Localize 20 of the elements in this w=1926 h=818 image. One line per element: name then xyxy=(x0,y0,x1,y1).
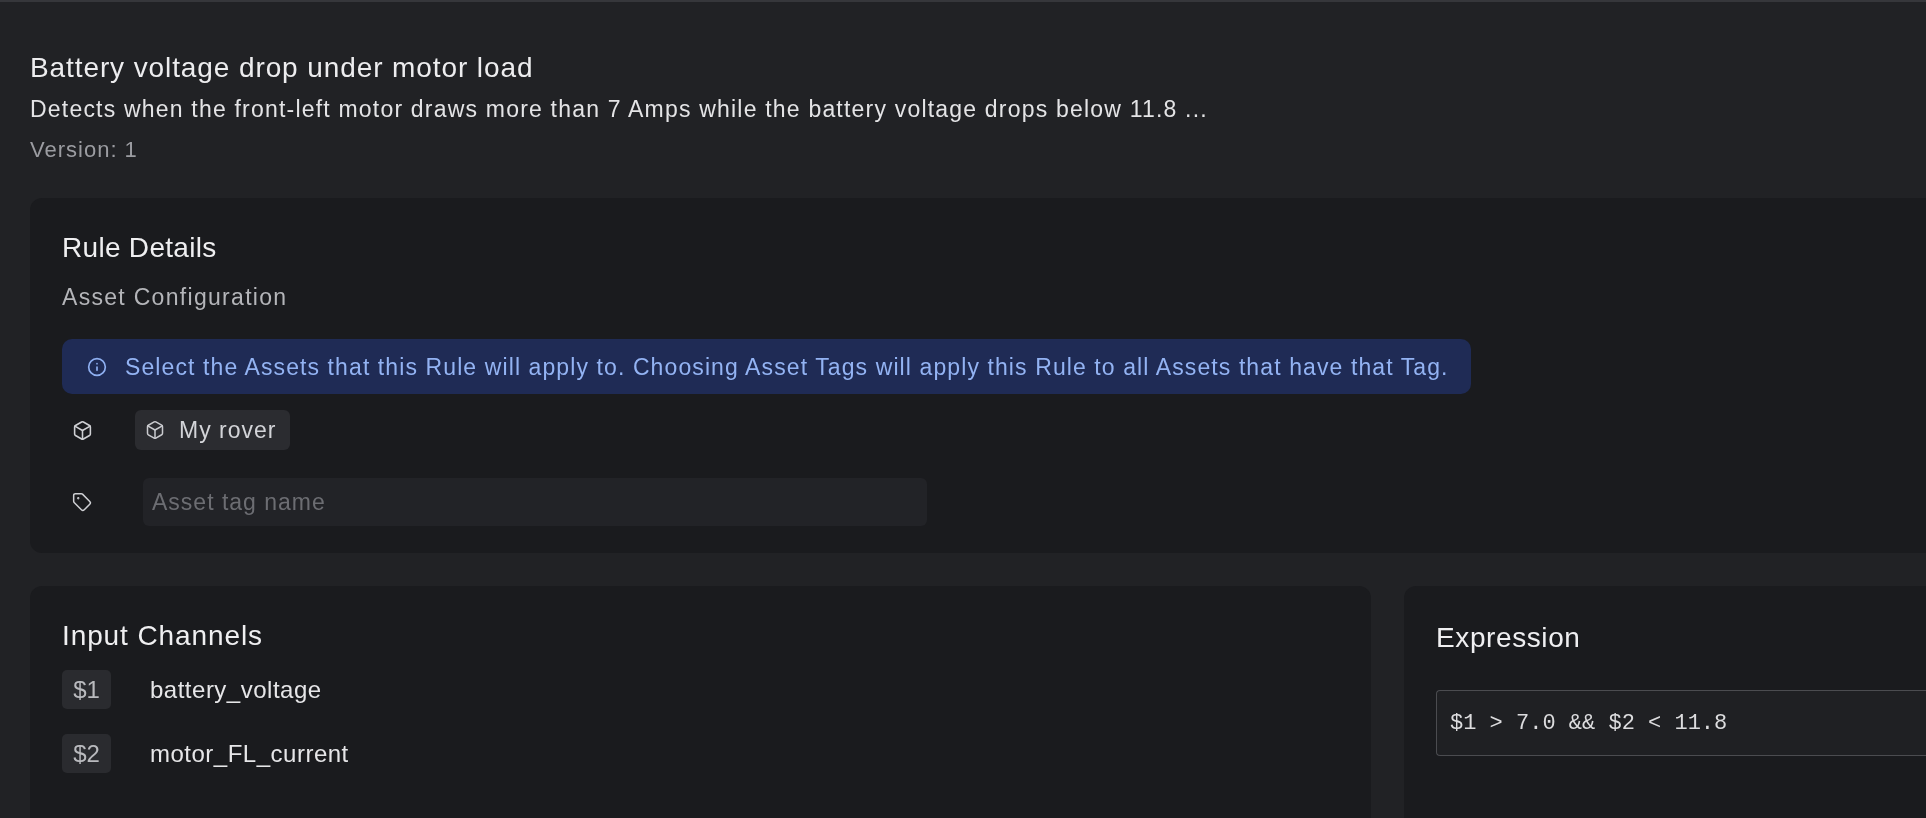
asset-tag-input[interactable]: Asset tag name xyxy=(143,478,927,526)
info-icon xyxy=(87,356,107,377)
asset-name: My rover xyxy=(179,416,277,444)
cube-icon xyxy=(72,419,93,441)
channel-name: motor_FL_current xyxy=(150,739,349,768)
cube-icon xyxy=(145,420,165,440)
info-text: Select the Assets that this Rule will apply to. Choosing Asset Tags will apply this Rule to all Assets that have that Tag. xyxy=(125,352,1449,381)
channel-name: battery_voltage xyxy=(150,675,322,704)
card-title: Expression xyxy=(1436,621,1581,655)
channel-variable: $1 xyxy=(62,670,111,709)
section-subtitle: Asset Configuration xyxy=(62,283,288,311)
asset-chip[interactable]: My rover xyxy=(135,410,291,450)
version-label: Version: 1 xyxy=(30,136,138,164)
tag-icon xyxy=(72,492,92,512)
rule-description: Detects when the front-left motor draws more than 7 Amps while the battery voltage drops below 11.8 ... xyxy=(30,95,1208,124)
channel-variable: $2 xyxy=(62,734,111,773)
rule-title: Battery voltage drop under motor load xyxy=(30,51,534,85)
card-title: Rule Details xyxy=(62,231,217,265)
card-title: Input Channels xyxy=(62,619,263,653)
expression-input[interactable]: $1 > 7.0 && $2 < 11.8 xyxy=(1436,690,1926,756)
